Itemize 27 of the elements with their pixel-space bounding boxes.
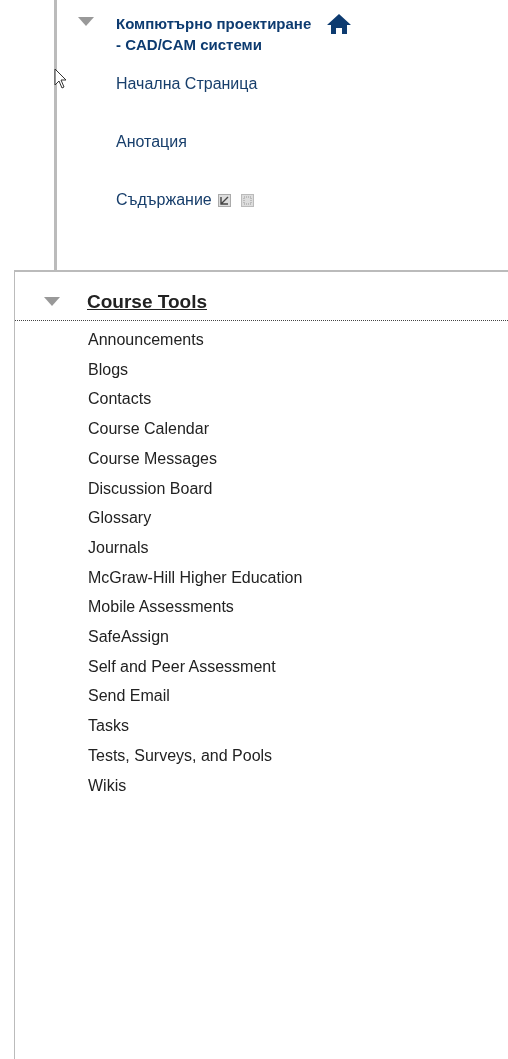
course-menu-link[interactable]: Начална Страница xyxy=(116,75,258,93)
tool-link[interactable]: Contacts xyxy=(15,384,152,415)
tool-link[interactable]: Announcements xyxy=(15,325,204,355)
course-menu-link[interactable]: Анотация xyxy=(116,133,187,151)
tool-link[interactable]: McGraw-Hill Higher Education xyxy=(15,562,303,593)
tool-link[interactable]: Blogs xyxy=(15,354,129,385)
tool-link[interactable]: Course Messages xyxy=(15,443,217,474)
tool-link[interactable]: Course Calendar xyxy=(15,414,209,444)
home-icon[interactable] xyxy=(326,13,352,35)
tool-link[interactable]: Tests, Surveys, and Pools xyxy=(15,740,273,771)
tool-link[interactable]: Glossary xyxy=(15,503,152,533)
tool-link[interactable]: Discussion Board xyxy=(15,473,213,504)
tool-link[interactable]: SafeAssign xyxy=(15,622,169,652)
section-title-link[interactable]: Course Tools xyxy=(87,291,207,313)
course-menu-link[interactable]: Съдържание xyxy=(116,191,212,209)
collapse-triangle-icon[interactable] xyxy=(78,17,94,27)
mouse-cursor-icon xyxy=(54,68,68,90)
tool-link[interactable]: Journals xyxy=(15,532,149,563)
tool-link[interactable]: Mobile Assessments xyxy=(15,592,234,623)
tool-link[interactable]: Send Email xyxy=(15,681,170,712)
grid-icon[interactable] xyxy=(240,193,254,207)
course-title-link[interactable]: Компютърно проектиране - CAD/CAM системи xyxy=(116,13,316,55)
tool-link[interactable]: Wikis xyxy=(15,770,127,801)
tool-link[interactable]: Tasks xyxy=(15,711,129,741)
collapse-triangle-icon[interactable] xyxy=(44,297,60,307)
tool-link[interactable]: Self and Peer Assessment xyxy=(15,651,276,682)
edit-icon[interactable] xyxy=(217,193,231,207)
